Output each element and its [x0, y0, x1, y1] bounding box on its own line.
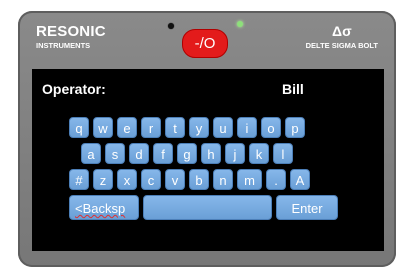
power-button[interactable]: -/O [182, 29, 228, 58]
key-n[interactable]: n [213, 169, 233, 190]
key-shift[interactable]: A [290, 169, 310, 190]
brand-subtitle: INSTRUMENTS [36, 41, 91, 50]
operator-label: Operator: [42, 81, 106, 97]
key-g[interactable]: g [177, 143, 197, 164]
space-key[interactable] [143, 195, 272, 220]
key-z[interactable]: z [93, 169, 113, 190]
key-r[interactable]: r [141, 117, 161, 138]
key-l[interactable]: l [273, 143, 293, 164]
key-o[interactable]: o [261, 117, 281, 138]
key-u[interactable]: u [213, 117, 233, 138]
key-hash[interactable]: # [69, 169, 89, 190]
delta-sigma-symbol: Δσ [332, 23, 352, 39]
key-y[interactable]: y [189, 117, 209, 138]
key-t[interactable]: t [165, 117, 185, 138]
key-x[interactable]: x [117, 169, 137, 190]
key-w[interactable]: w [93, 117, 113, 138]
key-j[interactable]: j [225, 143, 245, 164]
key-b[interactable]: b [189, 169, 209, 190]
brand-name: RESONIC [36, 23, 106, 40]
key-period[interactable]: . [266, 169, 286, 190]
key-h[interactable]: h [201, 143, 221, 164]
key-e[interactable]: e [117, 117, 137, 138]
brand-logo: RESONIC INSTRUMENTS [36, 23, 106, 50]
display-screen: Operator: Bill q w e r t y u i o p a s d… [32, 69, 384, 251]
key-k[interactable]: k [249, 143, 269, 164]
operator-value: Bill [282, 81, 304, 97]
key-c[interactable]: c [141, 169, 161, 190]
model-name: DELTE SIGMA BOLT [305, 41, 378, 50]
key-m[interactable]: m [237, 169, 262, 190]
status-led-left [168, 23, 174, 29]
status-led-right [237, 21, 243, 27]
key-d[interactable]: d [129, 143, 149, 164]
key-f[interactable]: f [153, 143, 173, 164]
key-v[interactable]: v [165, 169, 185, 190]
device-panel: RESONIC INSTRUMENTS -/O Δσ DELTE SIGMA B… [18, 11, 396, 267]
backspace-key[interactable]: <Backsp [69, 195, 139, 220]
key-s[interactable]: s [105, 143, 125, 164]
model-badge: Δσ DELTE SIGMA BOLT [306, 23, 378, 50]
key-q[interactable]: q [69, 117, 89, 138]
backspace-label: <Backsp [75, 201, 126, 216]
key-a[interactable]: a [81, 143, 101, 164]
key-p[interactable]: p [285, 117, 305, 138]
enter-key[interactable]: Enter [276, 195, 338, 220]
key-i[interactable]: i [237, 117, 257, 138]
